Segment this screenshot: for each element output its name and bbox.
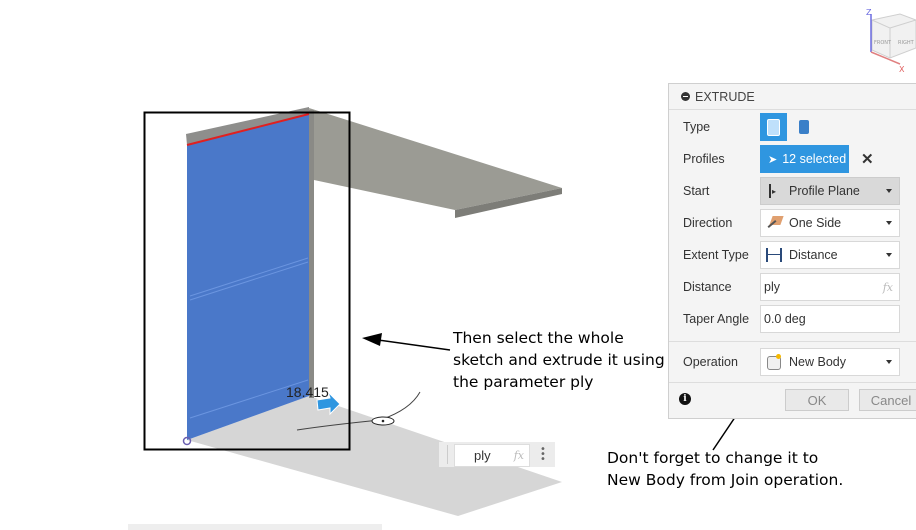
start-row: Start ▸ Profile Plane — [669, 175, 916, 207]
taper-angle-row: Taper Angle 0.0 deg — [669, 303, 916, 335]
ok-label: OK — [807, 392, 827, 408]
chevron-down-icon — [886, 221, 892, 225]
distance-input[interactable]: ply fx — [760, 273, 900, 301]
z-axis-label: Z — [866, 8, 872, 17]
divider — [669, 382, 916, 383]
chevron-down-icon — [886, 360, 892, 364]
panel-header[interactable]: EXTRUDE — [669, 84, 916, 110]
extent-type-value: Distance — [789, 248, 838, 262]
fx-button[interactable]: fx — [514, 449, 524, 462]
start-dropdown[interactable]: ▸ Profile Plane — [760, 177, 900, 205]
solid-icon — [767, 119, 780, 136]
distance-label: Distance — [683, 280, 732, 294]
distance-value: ply — [474, 448, 491, 463]
annotation-arrow-1 — [377, 339, 451, 351]
note-line: Then select the whole — [453, 329, 624, 347]
start-value: Profile Plane — [789, 184, 860, 198]
direction-value: One Side — [789, 216, 842, 230]
direction-row: Direction One Side — [669, 207, 916, 239]
profile-plane-icon: ▸ — [765, 183, 783, 199]
more-options-icon[interactable]: • • • — [540, 445, 546, 465]
type-label: Type — [683, 120, 711, 134]
type-solid-button[interactable] — [760, 113, 787, 141]
fx-button[interactable]: fx — [883, 281, 893, 294]
profiles-row: Profiles ➤ 12 selected ✕ — [669, 143, 916, 175]
cursor-icon: ➤ — [768, 153, 778, 166]
collapse-icon[interactable] — [681, 92, 690, 101]
extent-type-label: Extent Type — [683, 248, 749, 262]
type-thin-button[interactable] — [793, 113, 820, 141]
vertical-post — [309, 110, 314, 398]
chevron-down-icon — [886, 253, 892, 257]
distance-icon — [765, 247, 783, 263]
rotation-handle-dot — [381, 419, 385, 423]
info-icon[interactable]: i — [679, 393, 691, 405]
type-row: Type — [669, 111, 916, 143]
note-line: Don't forget to change it to — [607, 449, 819, 467]
cancel-button[interactable]: Cancel — [859, 389, 916, 411]
profiles-selection-button[interactable]: ➤ 12 selected — [760, 145, 849, 173]
extrude-panel: EXTRUDE Type Profiles ➤ 12 selected ✕ St… — [668, 83, 916, 419]
profiles-value: 12 selected — [782, 152, 847, 166]
view-cube[interactable]: Z X FRONT RIGHT — [866, 8, 916, 74]
one-side-icon — [765, 215, 784, 231]
taper-angle-input[interactable]: 0.0 deg — [760, 305, 900, 333]
operation-dropdown[interactable]: New Body — [760, 348, 900, 376]
bottom-strip — [128, 524, 382, 530]
extent-type-dropdown[interactable]: Distance — [760, 241, 900, 269]
x-axis-label: X — [899, 65, 905, 74]
new-body-icon — [765, 354, 783, 370]
profiles-label: Profiles — [683, 152, 725, 166]
note-line: New Body from Join operation. — [607, 471, 844, 489]
annotation-note-1: Then select the whole sketch and extrude… — [453, 327, 665, 393]
viewport-distance-input[interactable]: ply fx • • • — [439, 442, 555, 467]
cancel-label: Cancel — [870, 392, 912, 408]
dimension-label: 18.415 — [286, 384, 329, 400]
operation-value: New Body — [789, 355, 846, 369]
divider — [669, 341, 916, 342]
top-board — [309, 108, 562, 210]
ok-button[interactable]: OK — [785, 389, 849, 411]
extent-type-row: Extent Type Distance — [669, 239, 916, 271]
distance-field[interactable]: ply fx — [454, 444, 530, 467]
direction-dropdown[interactable]: One Side — [760, 209, 900, 237]
operation-row: Operation New Body — [669, 346, 916, 378]
direction-label: Direction — [683, 216, 733, 230]
taper-angle-label: Taper Angle — [683, 312, 750, 326]
arrowhead-1 — [362, 333, 382, 346]
distance-value: ply — [764, 280, 780, 294]
right-face-label: RIGHT — [898, 40, 915, 46]
distance-row: Distance ply fx — [669, 271, 916, 303]
note-line: the parameter ply — [453, 373, 594, 391]
start-label: Start — [683, 184, 710, 198]
chevron-down-icon — [886, 189, 892, 193]
annotation-note-2: Don't forget to change it to New Body fr… — [607, 447, 843, 491]
panel-title: EXTRUDE — [695, 89, 755, 104]
thin-extrude-icon — [799, 120, 809, 134]
front-face-label: FRONT — [874, 40, 892, 46]
taper-angle-value: 0.0 deg — [764, 312, 806, 326]
drag-grip[interactable] — [441, 445, 448, 464]
note-line: sketch and extrude it using — [453, 351, 665, 369]
operation-label: Operation — [683, 355, 738, 369]
clear-selection-icon[interactable]: ✕ — [861, 150, 874, 168]
